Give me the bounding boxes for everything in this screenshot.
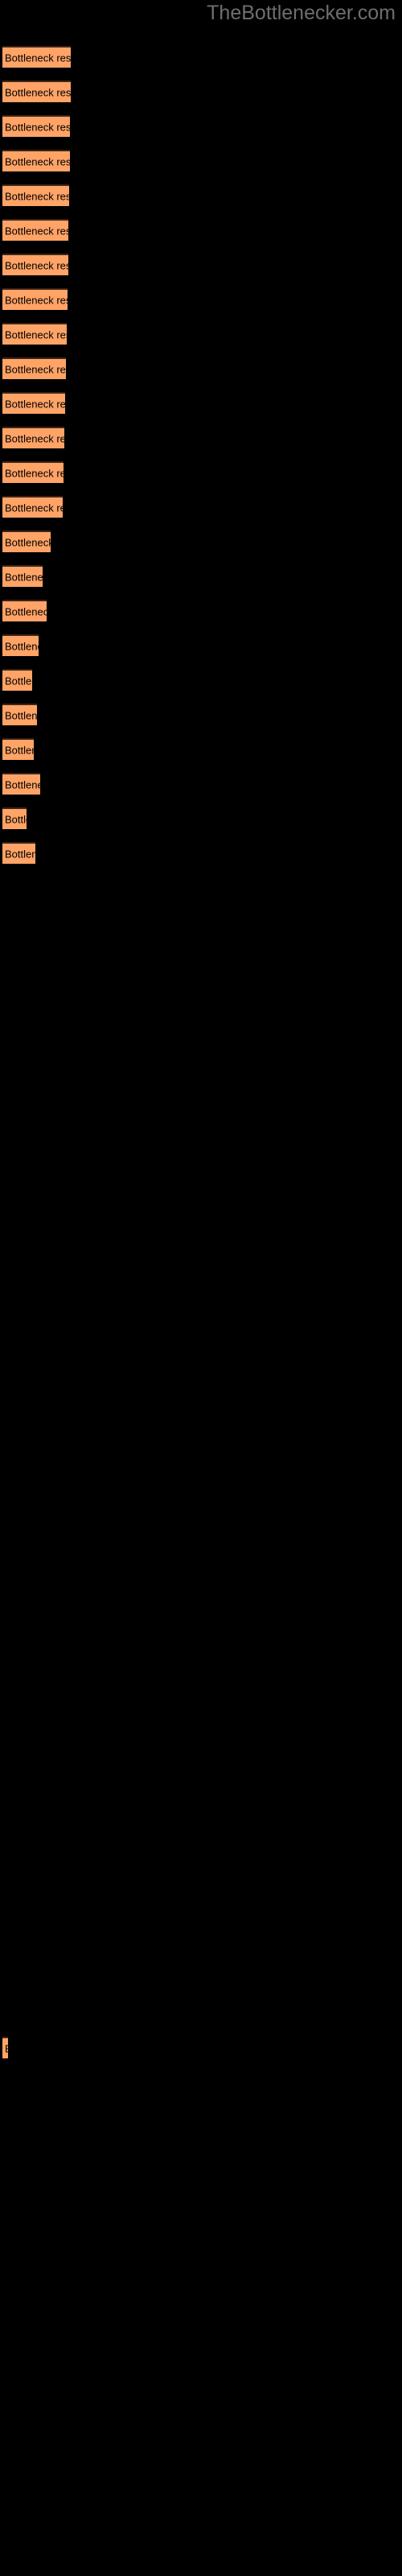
bar-1[interactable]: Bottleneck result bbox=[2, 46, 71, 68]
bar-label: Bottleneck result bbox=[5, 467, 64, 479]
bar-label: Bottleneck result bbox=[5, 328, 67, 341]
bar-label: Bottleneck result bbox=[5, 571, 43, 583]
bar-label: Bottleneck result bbox=[5, 778, 40, 791]
bar-24[interactable]: Bottleneck result bbox=[2, 842, 35, 864]
bar-11[interactable]: Bottleneck result bbox=[2, 392, 65, 414]
bar-13[interactable]: Bottleneck result bbox=[2, 461, 64, 483]
bar-20[interactable]: Bottleneck result bbox=[2, 704, 37, 725]
bar-5[interactable]: Bottleneck result bbox=[2, 184, 69, 206]
bar-22[interactable]: Bottleneck result bbox=[2, 773, 40, 795]
bar-label: Bottleneck result bbox=[5, 813, 27, 825]
bar-15[interactable]: Bottleneck result bbox=[2, 530, 51, 552]
bar-3[interactable]: Bottleneck result bbox=[2, 115, 70, 137]
bar-25[interactable]: Bottleneck result bbox=[2, 2037, 8, 2058]
bar-21[interactable]: Bottleneck result bbox=[2, 738, 34, 760]
bar-label: Bottleneck result bbox=[5, 709, 37, 721]
bar-label: Bottleneck result bbox=[5, 502, 63, 514]
bar-label: Bottleneck result bbox=[5, 52, 71, 64]
bar-label: Bottleneck result bbox=[5, 398, 65, 410]
chart-title: TheBottlenecker.com bbox=[207, 2, 396, 24]
bar-label: Bottleneck result bbox=[5, 155, 70, 167]
bar-chart: TheBottlenecker.com Bottleneck result Bot… bbox=[0, 0, 402, 2576]
bar-label: Bottleneck result bbox=[5, 294, 68, 306]
bar-label: Bottleneck result bbox=[5, 225, 68, 237]
bar-label: Bottleneck result bbox=[5, 432, 64, 444]
bar-16[interactable]: Bottleneck result bbox=[2, 565, 43, 587]
bar-label: Bottleneck result bbox=[5, 640, 39, 652]
bar-10[interactable]: Bottleneck result bbox=[2, 357, 66, 379]
bar-23[interactable]: Bottleneck result bbox=[2, 807, 27, 829]
bar-label: Bottleneck result bbox=[5, 190, 69, 202]
bar-18[interactable]: Bottleneck result bbox=[2, 634, 39, 656]
bar-9[interactable]: Bottleneck result bbox=[2, 323, 67, 345]
bar-label: Bottleneck result bbox=[5, 848, 35, 860]
bar-label: Bottleneck result bbox=[5, 2042, 8, 2054]
bar-17[interactable]: Bottleneck result bbox=[2, 600, 47, 621]
bar-label: Bottleneck result bbox=[5, 121, 70, 133]
bar-label: Bottleneck result bbox=[5, 363, 66, 375]
bar-4[interactable]: Bottleneck result bbox=[2, 150, 70, 171]
bar-label: Bottleneck result bbox=[5, 536, 51, 548]
bar-label: Bottleneck result bbox=[5, 605, 47, 617]
bar-label: Bottleneck result bbox=[5, 259, 68, 271]
bar-8[interactable]: Bottleneck result bbox=[2, 288, 68, 310]
bar-label: Bottleneck result bbox=[5, 86, 71, 98]
bar-label: Bottleneck result bbox=[5, 744, 34, 756]
bar-14[interactable]: Bottleneck result bbox=[2, 496, 63, 518]
bar-6[interactable]: Bottleneck result bbox=[2, 219, 68, 241]
bar-2[interactable]: Bottleneck result bbox=[2, 80, 71, 102]
bar-label: Bottleneck result bbox=[5, 675, 32, 687]
bar-19[interactable]: Bottleneck result bbox=[2, 669, 32, 691]
bar-7[interactable]: Bottleneck result bbox=[2, 254, 68, 275]
bar-12[interactable]: Bottleneck result bbox=[2, 427, 64, 448]
